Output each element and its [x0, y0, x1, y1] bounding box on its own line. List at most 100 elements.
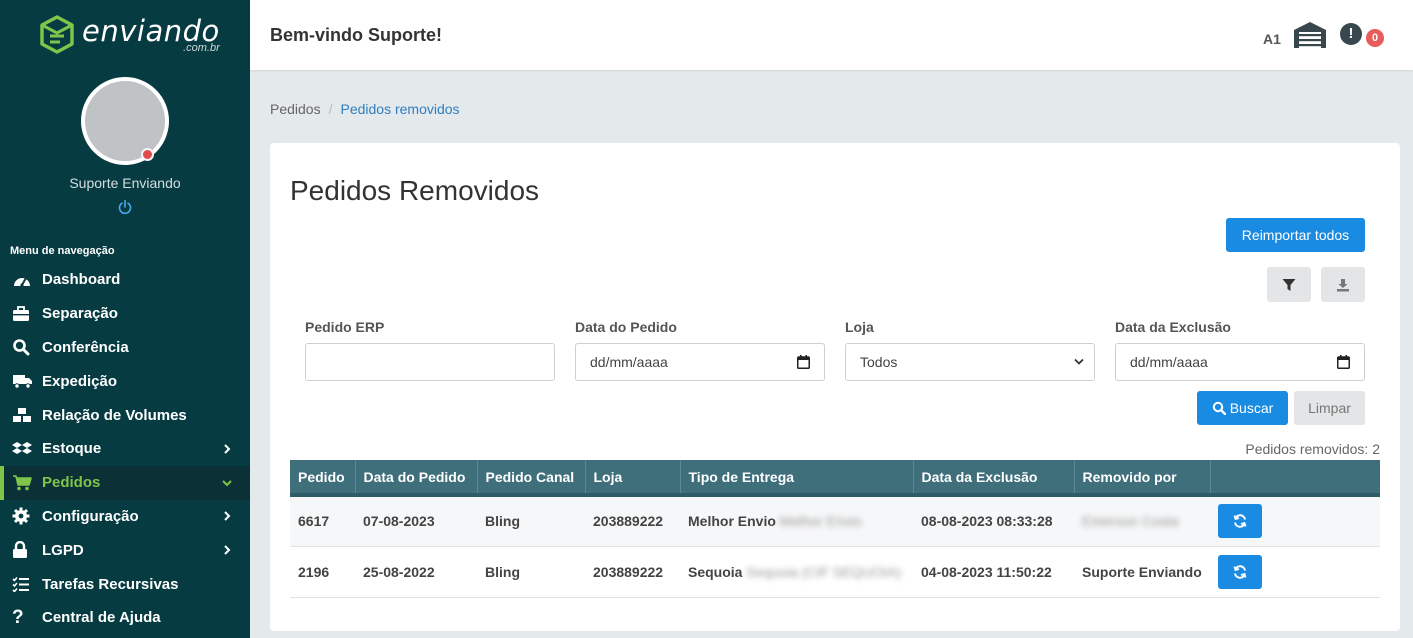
nav-label: Central de Ajuda: [42, 609, 161, 627]
col-data-pedido[interactable]: Data do Pedido: [355, 460, 478, 497]
cart-icon: [12, 474, 34, 492]
table-header-row: Pedido Data do Pedido Pedido Canal Loja …: [290, 460, 1380, 497]
cell-loja: 203889222: [585, 546, 680, 598]
col-data-exclusao[interactable]: Data da Exclusão: [913, 460, 1075, 497]
nav-item-lgpd[interactable]: LGPD: [0, 533, 250, 567]
loja-label: Loja: [845, 319, 874, 335]
table-row: 6617 07-08-2023 Bling 203889222 Melhor E…: [290, 495, 1380, 547]
nav-item-conferencia[interactable]: Conferência: [0, 331, 250, 365]
clear-button[interactable]: Limpar: [1294, 391, 1365, 425]
alert-count-badge: 0: [1366, 29, 1384, 47]
user-name: Suporte Enviando: [69, 175, 181, 191]
tipo-entrega-blurred: Melhor Envio: [779, 513, 862, 530]
pedido-erp-input[interactable]: [305, 343, 555, 381]
cell-actions: [1210, 546, 1380, 598]
question-icon: ?: [12, 606, 24, 628]
reimport-row-button[interactable]: [1218, 504, 1262, 539]
warehouse-icon[interactable]: [1293, 21, 1327, 49]
nav-label: Configuração: [42, 507, 139, 525]
nav-item-tarefas-recursivas[interactable]: Tarefas Recursivas: [0, 567, 250, 601]
pedido-erp-label: Pedido ERP: [305, 319, 385, 335]
nav-label: Pedidos: [42, 474, 101, 492]
nav-item-pedidos[interactable]: Pedidos: [0, 465, 250, 500]
breadcrumb: Pedidos / Pedidos removidos: [270, 101, 460, 117]
data-pedido-input[interactable]: dd/mm/aaaa: [575, 343, 825, 381]
nav-item-configuracao[interactable]: Configuração: [0, 500, 250, 534]
removed-orders-table: Pedido Data do Pedido Pedido Canal Loja …: [290, 460, 1380, 598]
tipo-entrega-blurred: Sequoia (CIF SEQUOIA): [746, 563, 902, 580]
cell-pedido: 2196: [290, 546, 355, 598]
data-pedido-value: dd/mm/aaaa: [590, 354, 668, 370]
data-exclusao-input[interactable]: dd/mm/aaaa: [1115, 343, 1365, 381]
reimport-row-button[interactable]: [1218, 554, 1262, 589]
download-button[interactable]: [1321, 267, 1365, 302]
nav-item-relacao-volumes[interactable]: Relação de Volumes: [0, 398, 250, 432]
breadcrumb-pedidos[interactable]: Pedidos: [270, 101, 321, 117]
tasks-icon: [12, 575, 34, 593]
logo[interactable]: enviando .com.br: [38, 14, 220, 58]
cell-tipo: Melhor Envio Melhor Envio: [680, 495, 913, 547]
calendar-icon[interactable]: [797, 355, 810, 369]
col-removido-por[interactable]: Removido por: [1074, 460, 1211, 497]
avatar[interactable]: [81, 77, 169, 165]
power-icon[interactable]: [117, 199, 133, 215]
nav-item-central-ajuda[interactable]: ? Central de Ajuda: [0, 601, 250, 635]
chevron-down-icon: [1074, 358, 1084, 365]
nav-label: LGPD: [42, 541, 84, 559]
alert-icon[interactable]: !: [1340, 23, 1362, 45]
cell-loja: 203889222: [585, 495, 680, 547]
data-exclusao-value: dd/mm/aaaa: [1130, 354, 1208, 370]
warehouse-code[interactable]: A1: [1263, 31, 1281, 47]
cell-removido: Suporte Enviando: [1074, 546, 1210, 598]
col-loja[interactable]: Loja: [585, 460, 681, 497]
col-pedido-canal[interactable]: Pedido Canal: [477, 460, 586, 497]
chevron-right-icon: [224, 511, 231, 522]
nav-item-expedicao[interactable]: Expedição: [0, 364, 250, 398]
cell-data: 07-08-2023: [355, 495, 477, 547]
col-tipo-entrega[interactable]: Tipo de Entrega: [680, 460, 914, 497]
nav-label: Dashboard: [42, 271, 121, 289]
search-button[interactable]: Buscar: [1197, 391, 1288, 425]
breadcrumb-separator: /: [328, 101, 333, 117]
col-pedido[interactable]: Pedido: [290, 460, 356, 497]
cell-canal: Bling: [477, 495, 585, 547]
nav-label: Estoque: [42, 440, 102, 458]
chevron-right-icon: [224, 444, 231, 454]
filter-button[interactable]: [1267, 267, 1311, 302]
gear-icon: [12, 507, 34, 525]
nav-label: Tarefas Recursivas: [42, 575, 179, 593]
briefcase-icon: [12, 305, 34, 323]
search-icon: [1212, 401, 1226, 415]
nav-item-estoque[interactable]: Estoque: [0, 432, 250, 466]
cell-tipo: Sequoia Sequoia (CIF SEQUOIA): [680, 546, 913, 598]
boxes-icon: [12, 406, 34, 424]
nav-label: Relação de Volumes: [42, 406, 187, 424]
sidebar: enviando .com.br Suporte Enviando Menu d…: [0, 0, 250, 638]
removed-count: Pedidos removidos: 2: [1245, 441, 1380, 457]
cell-exclusao: 04-08-2023 11:50:22: [913, 546, 1074, 598]
loja-select[interactable]: Todos: [845, 343, 1095, 381]
cell-data: 25-08-2022: [355, 546, 477, 598]
filter-icon: [1282, 278, 1296, 291]
gauge-icon: [12, 271, 34, 289]
chevron-right-icon: [224, 545, 231, 555]
cell-canal: Bling: [477, 546, 585, 598]
refresh-icon: [1233, 564, 1247, 579]
nav-heading: Menu de navegação: [10, 245, 115, 257]
reimport-all-button[interactable]: Reimportar todos: [1226, 218, 1365, 252]
calendar-icon[interactable]: [1337, 355, 1350, 369]
removido-por-blurred: Emerson Costa: [1082, 513, 1179, 530]
cell-exclusao: 08-08-2023 08:33:28: [913, 495, 1074, 547]
breadcrumb-current: Pedidos removidos: [340, 101, 460, 117]
top-bar: Bem-vindo Suporte! A1 ! 0: [250, 0, 1413, 70]
nav-item-dashboard[interactable]: Dashboard: [0, 263, 250, 297]
nav-label: Expedição: [42, 372, 118, 390]
main-card: Pedidos Removidos Reimportar todos Pedid…: [270, 143, 1400, 631]
box-logo-icon: [40, 15, 74, 54]
refresh-icon: [1233, 514, 1247, 528]
data-pedido-label: Data do Pedido: [575, 319, 677, 335]
nav-item-separacao[interactable]: Separação: [0, 297, 250, 331]
nav-menu: Dashboard Separação Conferência Expediçã…: [0, 263, 250, 635]
search-icon: [12, 338, 34, 356]
lock-icon: [12, 541, 34, 559]
